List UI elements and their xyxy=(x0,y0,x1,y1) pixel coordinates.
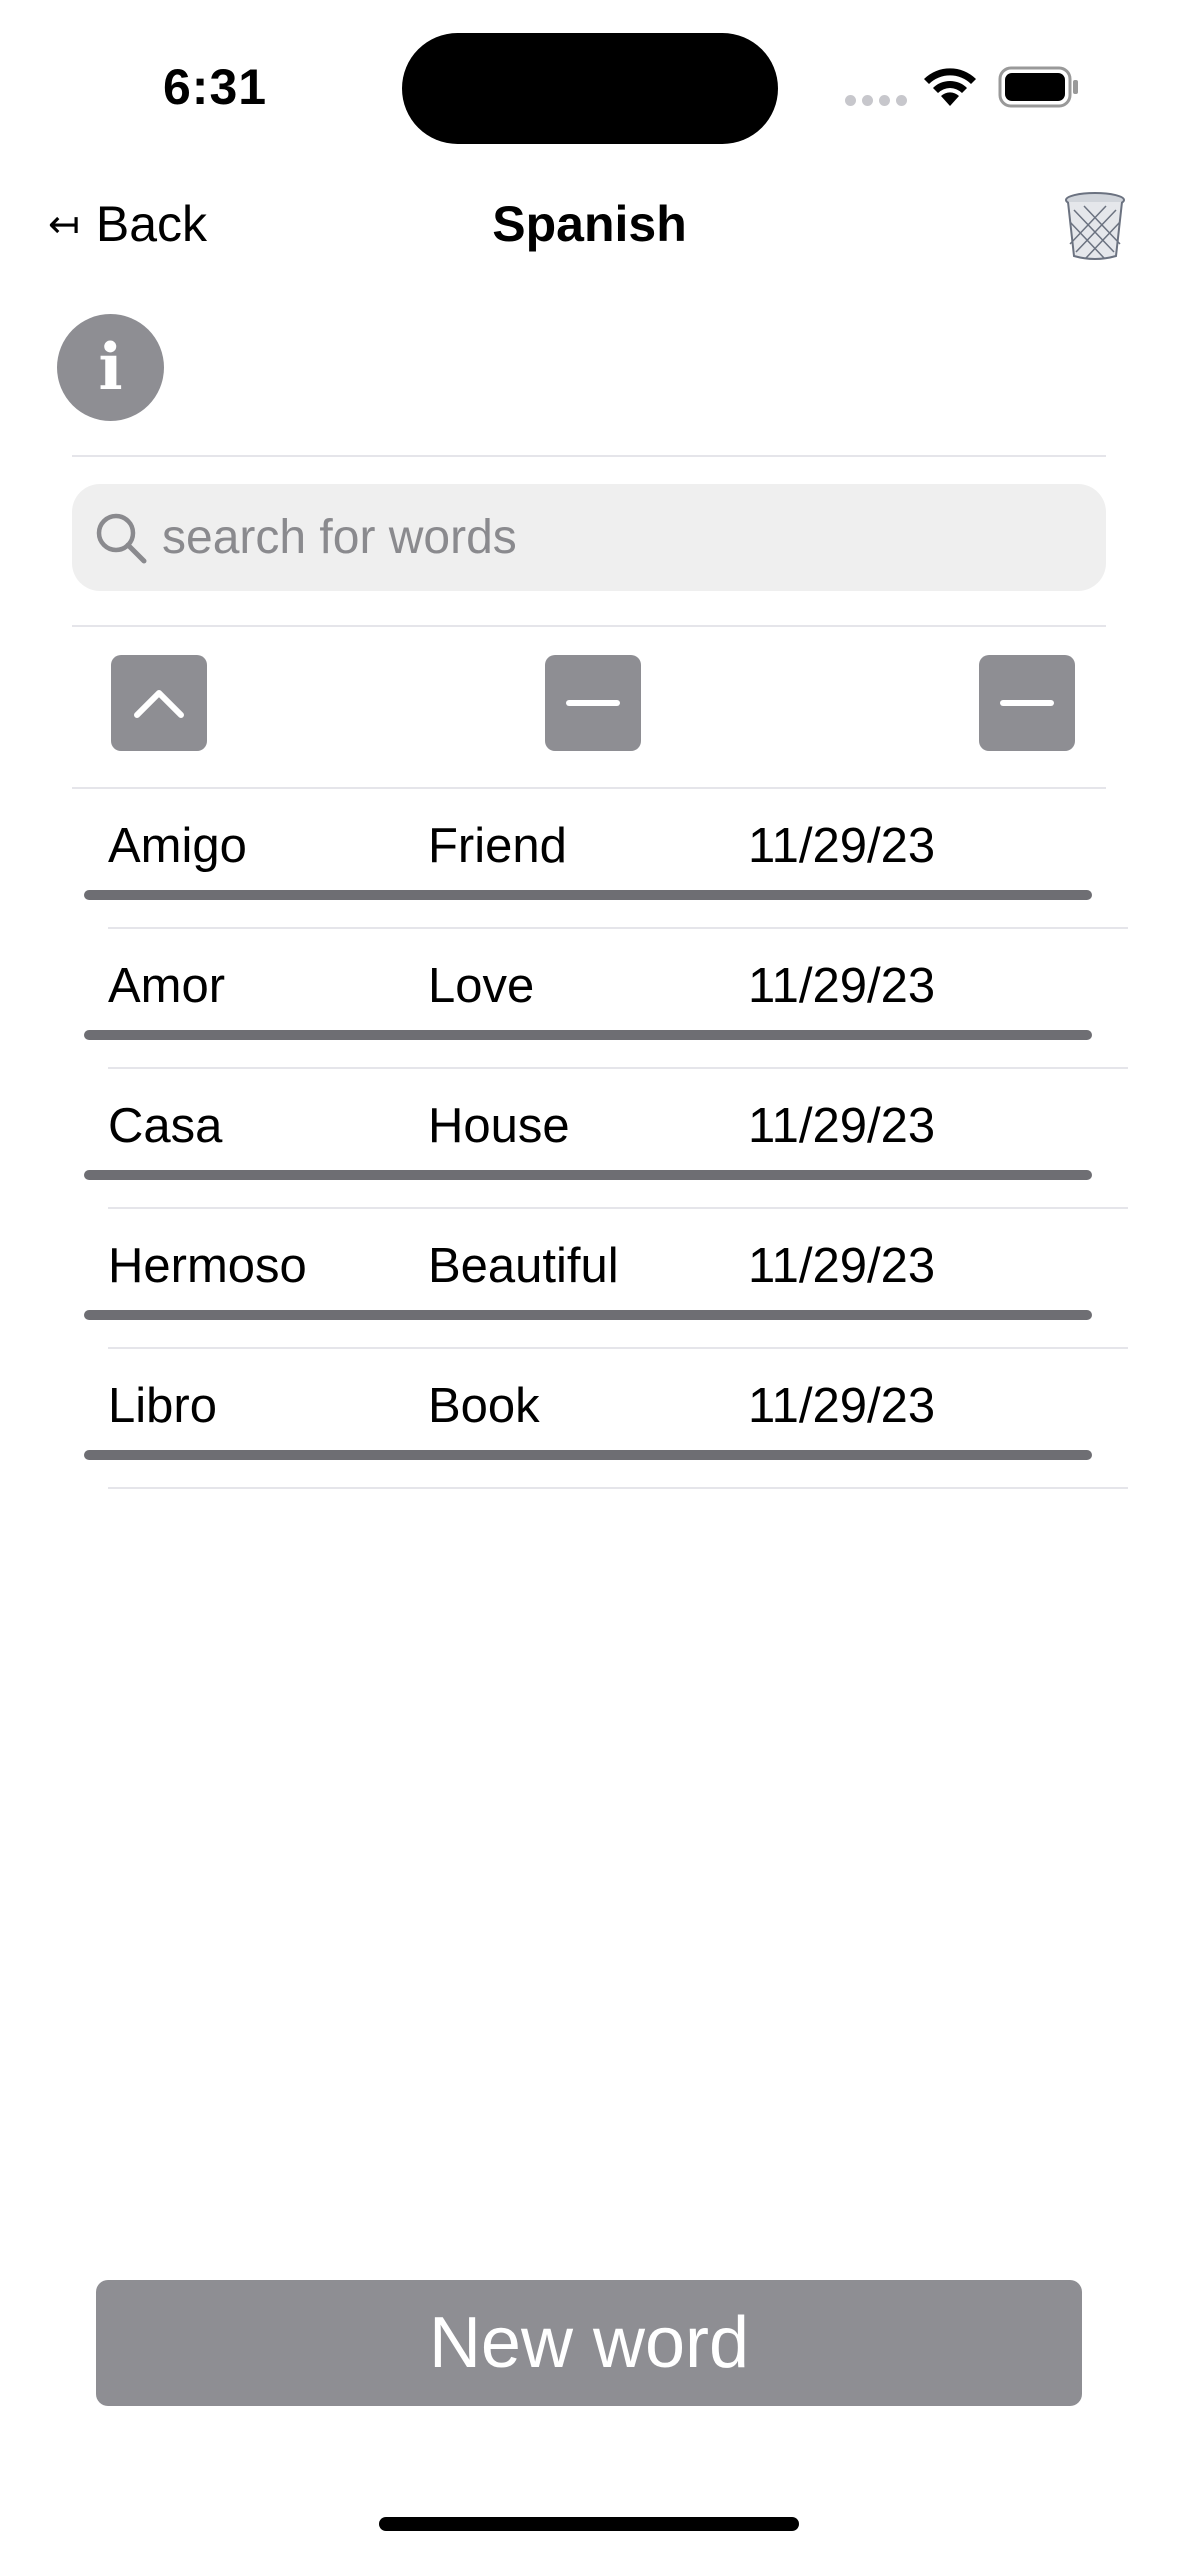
back-button[interactable]: ↤ Back xyxy=(48,195,207,253)
word-row[interactable]: Amor Love 11/29/23 xyxy=(84,930,1128,1070)
row-separator xyxy=(108,1487,1128,1489)
translation-cell: Beautiful xyxy=(428,1239,619,1293)
trash-icon[interactable] xyxy=(1062,190,1128,262)
minus-icon xyxy=(1000,700,1054,706)
translation-cell: Book xyxy=(428,1379,540,1433)
row-separator xyxy=(108,927,1128,929)
new-word-button[interactable]: New word xyxy=(96,2280,1082,2406)
status-time: 6:31 xyxy=(163,59,268,115)
search-bar[interactable] xyxy=(72,484,1106,591)
word-row[interactable]: Amigo Friend 11/29/23 xyxy=(84,790,1128,930)
sort-translation-button[interactable] xyxy=(545,655,641,751)
progress-bar xyxy=(84,1170,1092,1180)
word-cell: Amor xyxy=(108,959,226,1013)
sort-word-button[interactable] xyxy=(111,655,207,751)
divider xyxy=(72,455,1106,457)
translation-cell: Love xyxy=(428,959,535,1013)
word-cell: Hermoso xyxy=(108,1239,307,1293)
divider xyxy=(72,787,1106,789)
progress-bar xyxy=(84,1030,1092,1040)
word-cell: Casa xyxy=(108,1099,223,1153)
minus-icon xyxy=(566,700,620,706)
word-cell: Amigo xyxy=(108,819,247,873)
progress-bar xyxy=(84,1450,1092,1460)
dynamic-island xyxy=(402,33,778,144)
row-separator xyxy=(108,1067,1128,1069)
sort-date-button[interactable] xyxy=(979,655,1075,751)
word-row[interactable]: Libro Book 11/29/23 xyxy=(84,1350,1128,1490)
home-indicator[interactable] xyxy=(379,2517,799,2531)
search-icon xyxy=(96,513,147,563)
row-separator xyxy=(108,1207,1128,1209)
translation-cell: Friend xyxy=(428,819,567,873)
date-cell: 11/29/23 xyxy=(748,1239,936,1293)
back-label: Back xyxy=(95,196,208,252)
translation-cell: House xyxy=(428,1099,570,1153)
word-cell: Libro xyxy=(108,1379,217,1433)
date-cell: 11/29/23 xyxy=(748,959,936,1013)
info-icon: i xyxy=(98,329,123,405)
cellular-dots-icon xyxy=(845,95,907,106)
wifi-icon xyxy=(924,68,976,106)
date-cell: 11/29/23 xyxy=(748,1379,936,1433)
date-cell: 11/29/23 xyxy=(748,819,936,873)
back-arrow-icon: ↤ xyxy=(48,203,80,246)
divider xyxy=(72,625,1106,627)
progress-bar xyxy=(84,1310,1092,1320)
battery-icon xyxy=(998,66,1078,108)
word-row[interactable]: Casa House 11/29/23 xyxy=(84,1070,1128,1210)
info-button[interactable]: i xyxy=(57,314,164,421)
progress-bar xyxy=(84,890,1092,900)
row-separator xyxy=(108,1347,1128,1349)
chevron-up-icon xyxy=(134,690,184,718)
date-cell: 11/29/23 xyxy=(748,1099,936,1153)
search-input[interactable] xyxy=(162,510,1062,565)
word-row[interactable]: Hermoso Beautiful 11/29/23 xyxy=(84,1210,1128,1350)
